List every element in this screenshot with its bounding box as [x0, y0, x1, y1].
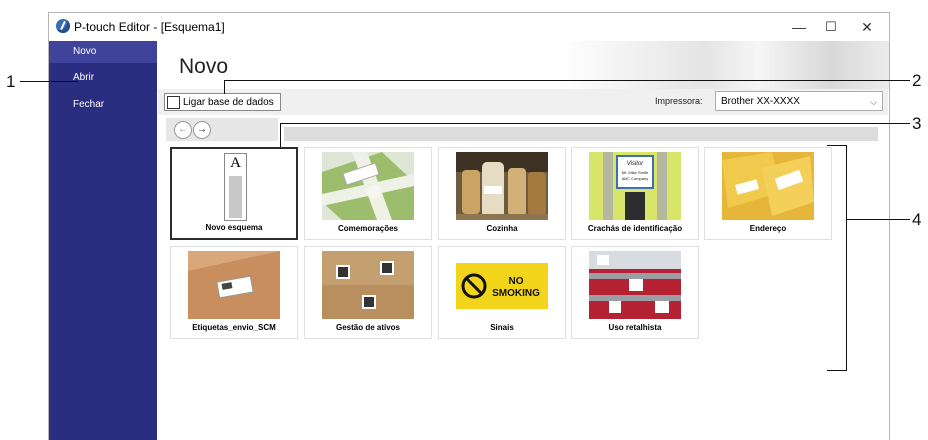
forward-button[interactable]: → — [193, 121, 211, 139]
callout-1: 1 — [6, 72, 16, 91]
template-label: Sinais — [490, 323, 514, 332]
minimize-button[interactable]: — — [781, 13, 817, 41]
template-tile-endereco[interactable]: Endereço — [704, 147, 832, 240]
callout-4-top — [827, 145, 847, 146]
main-panel: Novo Ligar base de dados Impressora: Bro… — [157, 41, 889, 440]
sign-line-1: NO — [509, 276, 524, 287]
asset-boxes-thumbnail — [322, 251, 414, 319]
gift-thumbnail — [322, 152, 414, 220]
template-label: Cozinha — [486, 224, 518, 233]
envelopes-thumbnail — [722, 152, 814, 220]
template-tile-crachas[interactable]: Visitor Mr. Mike Smith ABC Company Crach… — [571, 147, 699, 240]
template-tile-gestao-ativos[interactable]: Gestão de ativos — [304, 246, 432, 339]
callout-2: 2 — [912, 71, 922, 90]
badge-name-text: Mr. Mike Smith — [622, 170, 648, 175]
maximize-button[interactable]: ☐ — [813, 13, 849, 41]
connect-database-checkbox[interactable]: Ligar base de dados — [164, 93, 281, 111]
header-banner — [157, 41, 889, 89]
id-badge-thumbnail: Visitor Mr. Mike Smith ABC Company — [589, 152, 681, 220]
printer-value: Brother XX-XXXX — [721, 96, 800, 107]
badge-company-text: ABC Company — [622, 176, 648, 181]
blank-layout-thumbnail: A — [189, 153, 281, 221]
callout-3-line — [280, 123, 910, 124]
sidebar-item-novo[interactable]: Novo — [49, 41, 157, 63]
p-touch-app-icon — [56, 19, 70, 33]
blank-doc-letter: A — [230, 155, 241, 171]
kitchen-jars-thumbnail — [456, 152, 548, 220]
callout-2-line — [224, 80, 910, 81]
callout-2-leader — [224, 80, 225, 94]
template-label: Endereço — [749, 224, 787, 233]
printer-label: Impressora: — [655, 96, 703, 106]
template-label: Uso retalhista — [608, 323, 662, 332]
chevron-down-icon: ⌵ — [870, 97, 877, 107]
template-tile-comemoracoes[interactable]: Comemorações — [304, 147, 432, 240]
template-tile-novo-esquema[interactable]: A Novo esquema — [170, 147, 298, 240]
badge-visitor-text: Visitor — [627, 161, 645, 167]
template-label: Crachás de identificação — [587, 224, 683, 233]
template-label: Novo esquema — [205, 223, 263, 232]
callout-3-leader — [280, 123, 281, 147]
template-tile-cozinha[interactable]: Cozinha — [438, 147, 566, 240]
connect-database-label: Ligar base de dados — [183, 96, 274, 108]
navigation-bar: ← → — [166, 118, 278, 141]
app-window: P-touch Editor - [Esquema1] — ☐ ✕ Novo A… — [48, 12, 890, 440]
window-title: P-touch Editor - [Esquema1] — [74, 20, 225, 34]
callout-1-line — [20, 81, 78, 82]
callout-4-line — [846, 219, 910, 220]
sidebar-item-fechar[interactable]: Fechar — [49, 94, 157, 116]
template-tile-uso-retalhista[interactable]: Uso retalhista — [571, 246, 699, 339]
close-button[interactable]: ✕ — [849, 13, 885, 41]
sidebar: Novo Abrir Fechar — [49, 41, 157, 440]
options-bar: Ligar base de dados Impressora: Brother … — [158, 89, 888, 115]
retail-shelf-thumbnail — [589, 251, 681, 319]
template-tile-etiquetas-envio[interactable]: Etiquetas_envio_SCM — [170, 246, 298, 339]
shipping-box-thumbnail — [188, 251, 280, 319]
page-title: Novo — [179, 55, 229, 78]
callout-4: 4 — [912, 210, 922, 229]
path-bar — [284, 127, 878, 141]
template-label: Etiquetas_envio_SCM — [192, 323, 276, 332]
callout-4-bottom — [827, 370, 847, 371]
callout-3: 3 — [912, 114, 922, 133]
printer-select[interactable]: Brother XX-XXXX ⌵ — [715, 91, 883, 111]
template-tile-sinais[interactable]: NO SMOKING Sinais — [438, 246, 566, 339]
checkbox-box[interactable] — [167, 95, 180, 109]
callout-4-bracket — [846, 145, 847, 371]
no-smoking-sign-thumbnail: NO SMOKING — [456, 251, 548, 319]
sidebar-item-abrir[interactable]: Abrir — [49, 67, 157, 89]
template-label: Comemorações — [337, 224, 399, 233]
back-button[interactable]: ← — [174, 121, 192, 139]
sign-line-2: SMOKING — [492, 288, 540, 299]
title-bar: P-touch Editor - [Esquema1] — ☐ ✕ — [49, 13, 889, 41]
template-label: Gestão de ativos — [335, 323, 401, 332]
